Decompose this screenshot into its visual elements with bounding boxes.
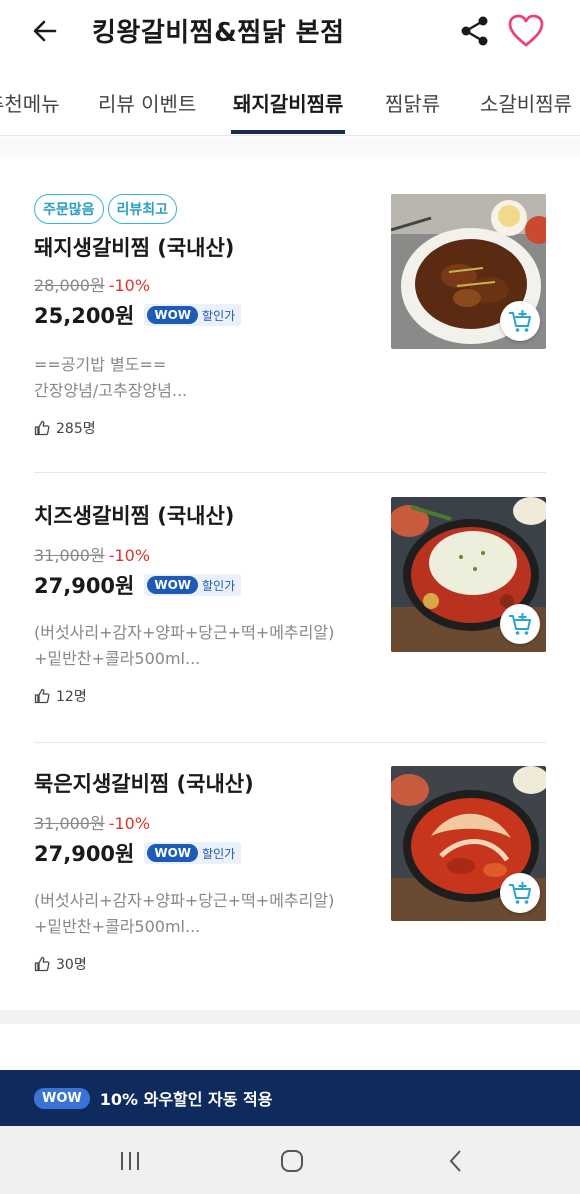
wow-label: WOW — [147, 576, 199, 594]
likes-text: 285명 — [56, 421, 96, 437]
add-to-cart-button[interactable] — [500, 604, 540, 644]
tab-jjimdak[interactable]: 찜닭류 — [385, 88, 440, 117]
discount-rate: -10% — [108, 276, 151, 295]
back-button[interactable] — [28, 14, 62, 48]
share-button[interactable] — [458, 14, 492, 48]
discount-rate: -10% — [108, 814, 151, 833]
description-line-2: 간장양념/고추장양념... — [34, 381, 188, 400]
discount-rate: -10% — [108, 546, 151, 565]
spacer — [0, 137, 580, 157]
description-line-1: ==공기밥 별도== — [34, 355, 167, 374]
likes-text: 12명 — [56, 689, 87, 705]
wow-label: WOW — [147, 844, 199, 862]
likes-count: 12명 — [34, 686, 546, 706]
menu-photo[interactable] — [391, 497, 546, 652]
tab-review-event[interactable]: 리뷰 이벤트 — [98, 88, 196, 117]
likes-count: 285명 — [34, 418, 546, 438]
menu-description: ==공기밥 별도== 간장양념/고추장양념... — [34, 352, 546, 404]
favorite-button[interactable] — [506, 11, 546, 51]
divider — [34, 472, 546, 473]
store-title: 킹왕갈비찜&찜닭 본점 — [92, 18, 345, 48]
wow-discount-text: 할인가 — [202, 308, 236, 323]
recent-apps-button[interactable] — [110, 1146, 150, 1176]
add-to-cart-button[interactable] — [500, 873, 540, 913]
arrow-left-icon — [33, 20, 57, 42]
tab-beef-galbi-jjim[interactable]: 소갈비찜류 — [480, 88, 572, 117]
wow-discount-text: 할인가 — [202, 578, 236, 593]
sale-price: 27,900원 — [34, 842, 135, 866]
heart-icon — [508, 14, 544, 47]
system-navigation-bar — [0, 1126, 580, 1194]
chevron-left-icon — [449, 1150, 461, 1172]
wow-discount-banner[interactable]: WOW 10% 와우할인 자동 적용 — [0, 1070, 580, 1126]
original-price: 28,000원 — [34, 276, 105, 295]
original-price: 31,000원 — [34, 814, 105, 833]
menu-photo[interactable] — [391, 766, 546, 921]
category-tabs: 추천메뉴 리뷰 이벤트 돼지갈비찜류 찜닭류 소갈비찜류 — [0, 66, 580, 136]
likes-text: 30명 — [56, 957, 87, 973]
thumbs-up-icon — [34, 688, 50, 704]
recent-apps-icon — [121, 1152, 139, 1170]
add-to-cart-button[interactable] — [500, 301, 540, 341]
section-gap — [0, 1010, 580, 1024]
menu-photo[interactable] — [391, 194, 546, 349]
tab-pork-galbi-jjim[interactable]: 돼지갈비찜류 — [233, 88, 343, 117]
home-icon — [281, 1150, 303, 1172]
badge-popular: 주문많음 — [34, 194, 104, 224]
tab-recommended[interactable]: 추천메뉴 — [0, 88, 60, 117]
divider — [34, 742, 546, 743]
wow-badge: WOW 할인가 — [144, 574, 242, 596]
share-icon — [461, 16, 488, 46]
banner-wow-label: WOW — [34, 1087, 90, 1109]
original-price: 31,000원 — [34, 546, 105, 565]
home-button[interactable] — [272, 1146, 312, 1176]
sale-price: 27,900원 — [34, 574, 135, 598]
active-tab-indicator — [231, 130, 345, 134]
cart-add-icon — [509, 613, 531, 635]
badge-best-review: 리뷰최고 — [107, 194, 178, 224]
cart-add-icon — [509, 310, 531, 332]
wow-badge: WOW 할인가 — [144, 842, 242, 864]
wow-badge: WOW 할인가 — [144, 304, 242, 326]
sale-price: 25,200원 — [34, 304, 135, 328]
cart-add-icon — [509, 882, 531, 904]
banner-text: 10% 와우할인 자동 적용 — [99, 1090, 273, 1109]
back-nav-button[interactable] — [436, 1146, 476, 1176]
likes-count: 30명 — [34, 954, 546, 974]
app-header: 킹왕갈비찜&찜닭 본점 — [0, 0, 580, 62]
thumbs-up-icon — [34, 420, 50, 436]
wow-label: WOW — [147, 306, 199, 324]
thumbs-up-icon — [34, 956, 50, 972]
wow-discount-text: 할인가 — [202, 846, 236, 861]
